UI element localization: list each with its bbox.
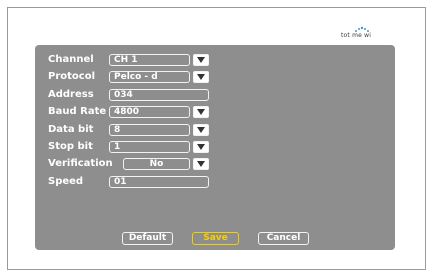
- default-button[interactable]: Default: [122, 232, 173, 245]
- verification-label: Verification: [48, 158, 113, 169]
- data-bit-select[interactable]: 8: [109, 124, 190, 136]
- protocol-select[interactable]: Pelco - d: [109, 71, 190, 83]
- stop-bit-select[interactable]: 1: [109, 141, 190, 153]
- protocol-label: Protocol: [48, 71, 96, 82]
- cancel-button[interactable]: Cancel: [258, 232, 309, 245]
- chevron-down-icon[interactable]: [193, 158, 209, 170]
- stop-bit-label: Stop bit: [48, 141, 93, 152]
- ptz-settings-panel: Channel CH 1 Protocol Pelco - d Address …: [35, 45, 395, 250]
- channel-select[interactable]: CH 1: [109, 54, 190, 66]
- chevron-down-icon[interactable]: [193, 124, 209, 136]
- chevron-down-icon[interactable]: [193, 106, 209, 118]
- speed-label: Speed: [48, 176, 84, 187]
- save-button[interactable]: Save: [192, 232, 239, 245]
- address-label: Address: [48, 89, 94, 100]
- data-bit-label: Data bit: [48, 124, 94, 135]
- channel-label: Channel: [48, 54, 94, 65]
- chevron-down-icon[interactable]: [193, 71, 209, 83]
- brand-logo: tot me wi: [341, 32, 372, 39]
- address-input[interactable]: 034: [109, 89, 209, 101]
- speed-input[interactable]: 01: [109, 176, 209, 188]
- chevron-down-icon[interactable]: [193, 141, 209, 153]
- baud-rate-select[interactable]: 4800: [109, 106, 190, 118]
- chevron-down-icon[interactable]: [193, 54, 209, 66]
- verification-select[interactable]: No: [123, 158, 190, 170]
- baud-rate-label: Baud Rate: [48, 106, 107, 117]
